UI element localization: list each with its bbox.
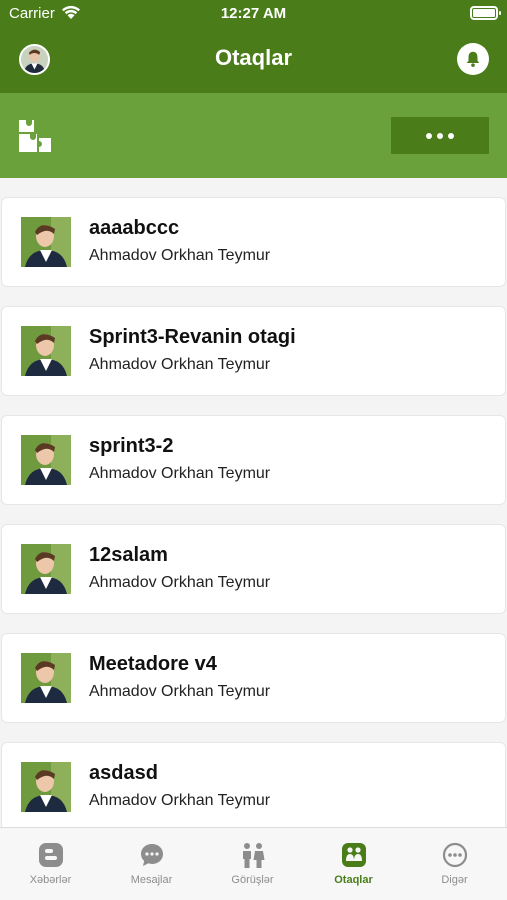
- tab-rooms[interactable]: Otaqlar: [303, 828, 404, 900]
- more-circle-icon: [442, 842, 468, 868]
- tab-label: Digər: [441, 874, 468, 886]
- room-owner-photo: [21, 435, 71, 485]
- room-owner: Ahmadov Orkhan Teymur: [89, 247, 271, 264]
- room-owner-photo: [21, 217, 71, 267]
- rooms-screen: Carrier 12:27 AM Otaqlar aaaabccc Ahmado…: [0, 0, 507, 900]
- bell-icon: [466, 51, 480, 67]
- room-owner: Ahmadov Orkhan Teymur: [89, 792, 271, 809]
- room-owner-photo: [21, 762, 71, 812]
- room-name: 12salam: [89, 544, 168, 566]
- room-name: aaaabccc: [89, 217, 180, 239]
- room-card[interactable]: asdasd Ahmadov Orkhan Teymur: [1, 742, 506, 827]
- status-bar: Carrier 12:27 AM: [0, 0, 507, 28]
- rooms-icon: [342, 843, 366, 867]
- room-owner: Ahmadov Orkhan Teymur: [89, 356, 271, 373]
- tab-bar: Xəbərlər Mesajlar Görüşlər Otaqlar Digər: [0, 827, 507, 900]
- room-card[interactable]: sprint3-2 Ahmadov Orkhan Teymur: [1, 415, 506, 505]
- room-card[interactable]: Meetadore v4 Ahmadov Orkhan Teymur: [1, 633, 506, 723]
- tab-label: Görüşlər: [231, 874, 274, 886]
- more-dot-icon: [426, 132, 432, 139]
- page-title: Otaqlar: [214, 45, 293, 70]
- room-name: sprint3-2: [89, 435, 174, 457]
- room-card[interactable]: aaaabccc Ahmadov Orkhan Teymur: [1, 197, 506, 287]
- room-owner-photo: [21, 544, 71, 594]
- tab-messages[interactable]: Mesajlar: [101, 828, 202, 900]
- tab-label: Mesajlar: [130, 874, 173, 886]
- tab-meetings[interactable]: Görüşlər: [202, 828, 303, 900]
- room-owner: Ahmadov Orkhan Teymur: [89, 683, 271, 700]
- tab-other[interactable]: Digər: [404, 828, 505, 900]
- room-list[interactable]: aaaabccc Ahmadov Orkhan Teymur Sprint3-R…: [0, 178, 507, 827]
- more-dot-icon: [437, 132, 443, 139]
- chat-bubble-icon: [141, 844, 163, 866]
- room-card[interactable]: Sprint3-Revanin otagi Ahmadov Orkhan Tey…: [1, 306, 506, 396]
- more-options-button[interactable]: [391, 117, 489, 154]
- room-owner-photo: [21, 653, 71, 703]
- room-owner: Ahmadov Orkhan Teymur: [89, 465, 271, 482]
- room-name: Sprint3-Revanin otagi: [89, 326, 296, 348]
- clock: 12:27 AM: [220, 5, 287, 22]
- tab-news[interactable]: Xəbərlər: [0, 828, 101, 900]
- blogger-icon: [39, 843, 63, 867]
- people-icon: [243, 843, 265, 868]
- app-header: Carrier 12:27 AM Otaqlar: [0, 0, 507, 93]
- more-dot-icon: [448, 132, 454, 139]
- join-room-button[interactable]: [17, 118, 53, 154]
- tab-label: Xəbərlər: [29, 874, 72, 886]
- puzzle-icon: [19, 120, 51, 152]
- battery-icon: [470, 6, 501, 20]
- room-card[interactable]: 12salam Ahmadov Orkhan Teymur: [1, 524, 506, 614]
- room-owner-photo: [21, 326, 71, 376]
- notifications-button[interactable]: [457, 43, 489, 75]
- room-name: asdasd: [89, 762, 158, 784]
- tab-label: Otaqlar: [334, 874, 373, 886]
- room-owner: Ahmadov Orkhan Teymur: [89, 574, 271, 591]
- room-name: Meetadore v4: [89, 653, 217, 675]
